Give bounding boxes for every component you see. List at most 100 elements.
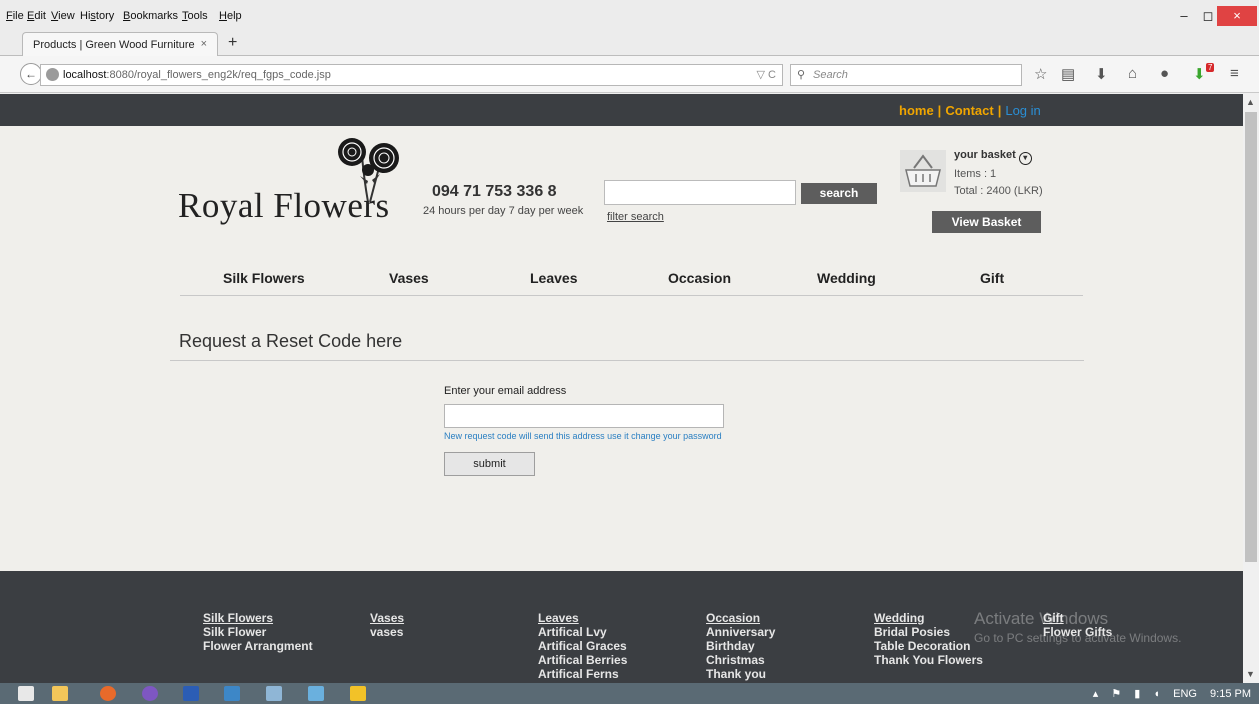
- url-bar[interactable]: localhost:8080/royal_flowers_eng2k/req_f…: [40, 64, 783, 86]
- site-logo-text[interactable]: Royal Flowers: [178, 186, 390, 226]
- volume-icon[interactable]: ◖: [1153, 688, 1160, 700]
- footer-col-wedding: Wedding Bridal Posies Table Decoration T…: [874, 611, 983, 667]
- footer-item[interactable]: Bridal Posies: [874, 625, 983, 639]
- search-button[interactable]: search: [801, 183, 877, 204]
- divider: [170, 360, 1084, 361]
- basket-items: Items : 1: [954, 168, 997, 180]
- footer-heading[interactable]: Vases: [370, 611, 404, 625]
- menu-edit[interactable]: Edit: [27, 10, 46, 22]
- home-icon[interactable]: ⌂: [1128, 65, 1137, 82]
- virtualbox-icon[interactable]: [224, 686, 240, 701]
- contact-link[interactable]: Contact: [945, 103, 993, 118]
- network-icon[interactable]: ▮: [1134, 688, 1140, 700]
- tab-strip: Products | Green Wood Furniture × +: [0, 30, 1259, 57]
- footer-heading[interactable]: Leaves: [538, 611, 627, 625]
- menu-view[interactable]: View: [51, 10, 75, 22]
- phone-number: 094 71 753 336 8: [432, 183, 557, 200]
- page-scrollbar[interactable]: ▲ ▼: [1243, 94, 1259, 683]
- reload-icon[interactable]: ▽ C: [757, 68, 776, 81]
- category-nav: Silk Flowers Vases Leaves Occasion Weddi…: [180, 264, 1083, 296]
- basket-total: Total : 2400 (LKR): [954, 185, 1043, 197]
- view-basket-button[interactable]: View Basket: [932, 211, 1041, 233]
- close-button[interactable]: ×: [1217, 6, 1257, 26]
- email-hint: New request code will send this address …: [444, 431, 722, 441]
- footer-col-occasion: Occasion Anniversary Birthday Christmas …: [706, 611, 775, 681]
- menu-bookmarks[interactable]: Bookmarks: [123, 10, 178, 22]
- nav-leaves[interactable]: Leaves: [530, 270, 577, 286]
- tab-products[interactable]: Products | Green Wood Furniture ×: [22, 32, 218, 57]
- app-icon[interactable]: [308, 686, 324, 701]
- search-icon: ⚲: [797, 69, 806, 81]
- site-search-input[interactable]: [604, 180, 796, 205]
- menu-file[interactable]: File: [6, 10, 24, 22]
- footer-heading[interactable]: Wedding: [874, 611, 983, 625]
- nav-silk-flowers[interactable]: Silk Flowers: [223, 270, 305, 286]
- download-icon[interactable]: ⬇: [1095, 65, 1108, 83]
- word-icon[interactable]: [183, 686, 199, 701]
- tab-close-icon[interactable]: ×: [201, 38, 207, 50]
- file-explorer-icon[interactable]: [52, 686, 68, 701]
- tray-arrow-icon[interactable]: ▴: [1093, 688, 1099, 700]
- back-arrow-icon[interactable]: ←: [20, 63, 42, 85]
- menu-help[interactable]: Help: [219, 10, 242, 22]
- tab-title: Products | Green Wood Furniture: [33, 39, 195, 51]
- image-viewer-icon[interactable]: [266, 686, 282, 701]
- nav-wedding[interactable]: Wedding: [817, 270, 876, 286]
- footer-heading[interactable]: Occasion: [706, 611, 775, 625]
- nav-vases[interactable]: Vases: [389, 270, 429, 286]
- scroll-up-icon[interactable]: ▲: [1246, 97, 1255, 107]
- filter-search-link[interactable]: filter search: [607, 211, 664, 223]
- notification-badge: 7: [1206, 63, 1215, 72]
- browser-search-input[interactable]: ⚲ Search: [790, 64, 1022, 86]
- footer-item[interactable]: Artifical Lvy: [538, 625, 627, 639]
- language-indicator[interactable]: ENG: [1173, 688, 1197, 700]
- hamburger-menu-icon[interactable]: ≡: [1230, 65, 1239, 82]
- scrollbar-thumb[interactable]: [1245, 112, 1257, 562]
- submit-button[interactable]: submit: [444, 452, 535, 476]
- footer-item[interactable]: Table Decoration: [874, 639, 983, 653]
- email-label: Enter your email address: [444, 385, 567, 397]
- menu-history[interactable]: History: [80, 10, 114, 22]
- footer-col-silk-flowers: Silk Flowers Silk Flower Flower Arrangme…: [203, 611, 313, 653]
- restore-button[interactable]: ◻: [1198, 6, 1218, 26]
- home-link[interactable]: home: [899, 103, 934, 118]
- footer-col-leaves: Leaves Artifical Lvy Artifical Graces Ar…: [538, 611, 627, 681]
- footer-heading[interactable]: Silk Flowers: [203, 611, 313, 625]
- basket-icon[interactable]: [900, 150, 946, 192]
- nav-gift[interactable]: Gift: [980, 270, 1004, 286]
- menu-tools[interactable]: Tools: [182, 10, 208, 22]
- nav-occasion[interactable]: Occasion: [668, 270, 731, 286]
- start-icon[interactable]: [18, 686, 34, 701]
- new-tab-button[interactable]: +: [228, 34, 237, 52]
- search-placeholder: Search: [813, 69, 848, 81]
- firefox-icon[interactable]: [100, 686, 116, 701]
- clock[interactable]: 9:15 PM: [1210, 688, 1251, 700]
- footer-item[interactable]: Christmas: [706, 653, 775, 667]
- flag-icon[interactable]: ⚑: [1111, 688, 1121, 700]
- footer-item[interactable]: Thank you: [706, 667, 775, 681]
- email-field[interactable]: [444, 404, 724, 428]
- footer-item[interactable]: Thank You Flowers: [874, 653, 983, 667]
- footer-item[interactable]: vases: [370, 625, 404, 639]
- url-path: :8080/royal_flowers_eng2k/req_fgps_code.…: [106, 69, 331, 81]
- globe-icon: [46, 68, 59, 81]
- login-link[interactable]: Log in: [1005, 103, 1040, 118]
- footer: Silk Flowers Silk Flower Flower Arrangme…: [0, 571, 1243, 683]
- footer-item[interactable]: Artifical Berries: [538, 653, 627, 667]
- chat-icon[interactable]: ●: [1160, 65, 1169, 82]
- viber-icon[interactable]: [142, 686, 158, 701]
- chevron-down-icon[interactable]: ▾: [1018, 152, 1032, 165]
- addon-icon[interactable]: ⬇: [1193, 65, 1206, 83]
- app-icon-yellow[interactable]: [350, 686, 366, 701]
- footer-item[interactable]: Silk Flower: [203, 625, 313, 639]
- footer-item[interactable]: Birthday: [706, 639, 775, 653]
- star-icon[interactable]: ☆: [1034, 65, 1047, 83]
- footer-item[interactable]: Artifical Ferns: [538, 667, 627, 681]
- footer-item[interactable]: Flower Arrangment: [203, 639, 313, 653]
- minimize-button[interactable]: –: [1174, 6, 1194, 26]
- scroll-down-icon[interactable]: ▼: [1246, 669, 1255, 679]
- footer-item[interactable]: Artifical Graces: [538, 639, 627, 653]
- reading-list-icon[interactable]: ▤: [1061, 65, 1075, 83]
- footer-item[interactable]: Anniversary: [706, 625, 775, 639]
- separator: |: [997, 103, 1002, 118]
